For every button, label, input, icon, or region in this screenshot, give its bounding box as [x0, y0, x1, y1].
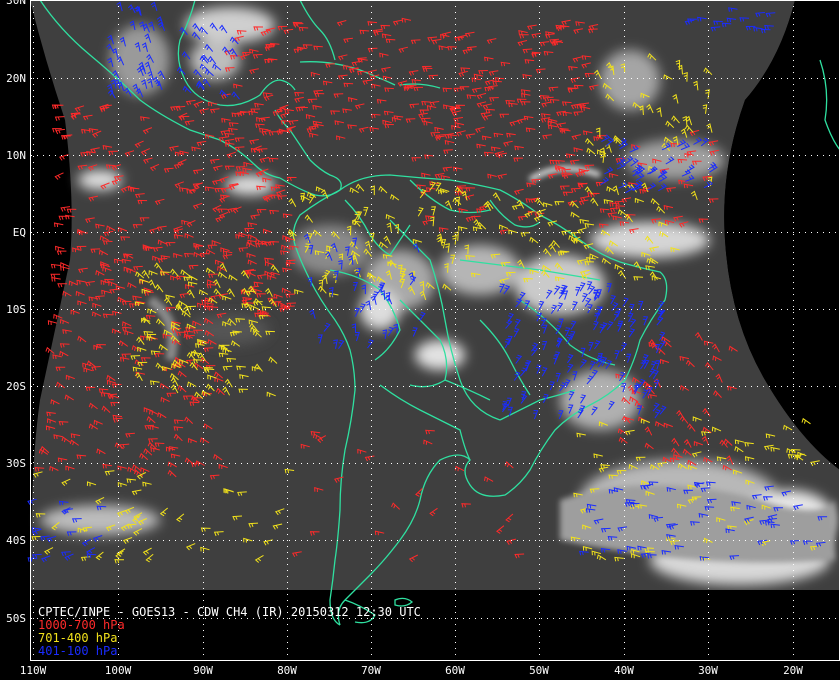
- caption-title: CPTEC/INPE - GOES13 - CDW CH4 (IR) 20150…: [38, 605, 421, 619]
- latitude-label: 40S: [6, 534, 26, 547]
- latitude-label: 20S: [6, 380, 26, 393]
- latitude-label: 30S: [6, 457, 26, 470]
- legend-high-level: 401-100 hPa: [38, 644, 117, 658]
- longitude-label: 60W: [445, 664, 465, 677]
- longitude-label: 40W: [614, 664, 634, 677]
- latitude-label: EQ: [13, 226, 26, 239]
- longitude-label: 80W: [277, 664, 297, 677]
- latitude-label: 20N: [6, 72, 26, 85]
- latitude-label: 10S: [6, 303, 26, 316]
- longitude-label: 90W: [193, 664, 213, 677]
- longitude-label: 110W: [20, 664, 47, 677]
- latitude-label: 10N: [6, 149, 26, 162]
- longitude-label: 70W: [361, 664, 381, 677]
- satellite-imagery: [0, 0, 840, 680]
- latitude-label: 30N: [6, 0, 26, 7]
- map-canvas: 30N 20N 10N EQ 10S 20S 30S 40S 50S 110W 100W 90W 80…: [0, 0, 840, 680]
- legend-low-level: 1000-700 hPa: [38, 618, 125, 632]
- latitude-label: 50S: [6, 612, 26, 625]
- satellite-wind-map: 30N 20N 10N EQ 10S 20S 30S 40S 50S 110W 100W 90W 80…: [0, 0, 840, 680]
- longitude-label: 30W: [698, 664, 718, 677]
- longitude-label: 20W: [783, 664, 803, 677]
- longitude-label: 50W: [529, 664, 549, 677]
- longitude-label: 100W: [105, 664, 132, 677]
- legend-mid-level: 701-400 hPa: [38, 631, 117, 645]
